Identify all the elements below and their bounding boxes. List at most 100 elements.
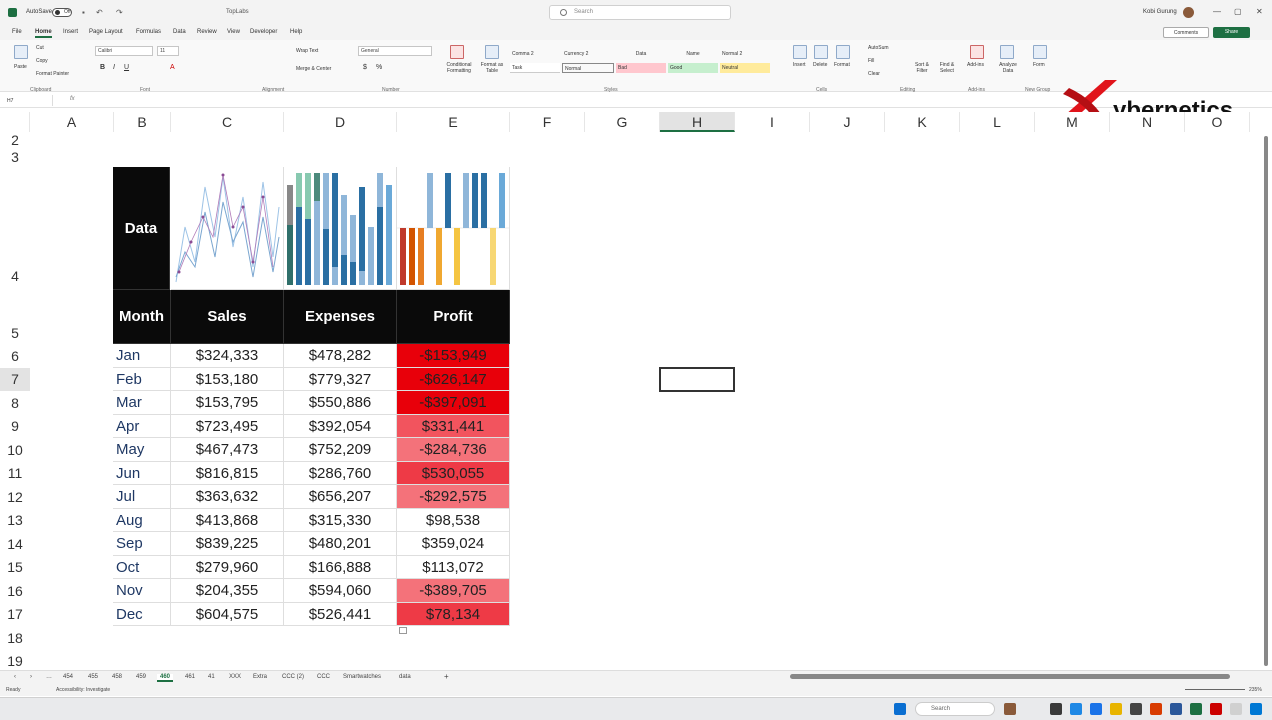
app-icon[interactable] [1050, 703, 1062, 715]
sheet-tab[interactable]: 459 [136, 674, 146, 680]
format-cells-button[interactable]: Format [834, 62, 850, 68]
table-cell-sales[interactable]: $324,333 [171, 344, 284, 368]
table-cell-month[interactable]: Jul [113, 485, 171, 509]
style-data[interactable]: Data [616, 49, 666, 59]
vscode-icon[interactable] [1250, 703, 1262, 715]
column-header[interactable]: A [30, 112, 114, 132]
table-cell-profit[interactable]: -$153,949 [397, 344, 510, 368]
user-avatar[interactable] [1183, 7, 1194, 18]
sheet-tab[interactable]: Extra [253, 674, 267, 680]
format-cells-icon[interactable] [836, 45, 850, 59]
analyze-data-button[interactable]: Analyze Data [996, 62, 1020, 74]
table-cell-expenses[interactable]: $166,888 [284, 556, 397, 579]
table-cell-sales[interactable]: $723,495 [171, 415, 284, 438]
style-normal-2[interactable]: Normal 2 [720, 49, 770, 59]
table-header-profit[interactable]: Profit [397, 290, 510, 344]
data-label-cell[interactable]: Data [113, 167, 170, 290]
table-cell-profit[interactable]: -$389,705 [397, 579, 510, 603]
vertical-scrollbar[interactable] [1264, 136, 1268, 666]
column-header[interactable]: L [960, 112, 1035, 132]
sheet-tab[interactable]: Smartwatches [343, 674, 381, 680]
table-cell-profit[interactable]: $113,072 [397, 556, 510, 579]
style-currency-2[interactable]: Currency 2 [562, 49, 614, 59]
tab-file[interactable]: File [12, 29, 22, 35]
table-header-month[interactable]: Month [113, 290, 171, 344]
row-header[interactable]: 13 [0, 509, 30, 532]
tab-help[interactable]: Help [290, 29, 302, 35]
row-header[interactable]: 19 [0, 650, 30, 672]
column-header[interactable]: G [585, 112, 660, 132]
table-cell-month[interactable]: Dec [113, 603, 171, 626]
next-sheet-icon[interactable]: › [30, 674, 32, 680]
table-cell-month[interactable]: Apr [113, 415, 171, 438]
table-cell-profit[interactable]: $331,441 [397, 415, 510, 438]
number-format-select[interactable]: General [358, 46, 432, 56]
column-header[interactable]: C [171, 112, 284, 132]
powerpoint-icon[interactable] [1150, 703, 1162, 715]
table-cell-profit[interactable]: $530,055 [397, 462, 510, 485]
column-header[interactable]: J [810, 112, 885, 132]
column-header[interactable]: N [1110, 112, 1185, 132]
paste-button[interactable]: Paste [14, 64, 27, 70]
style-task[interactable]: Task [510, 63, 560, 73]
table-cell-month[interactable]: Oct [113, 556, 171, 579]
style-good[interactable]: Good [668, 63, 718, 73]
style-name[interactable]: Name [668, 49, 718, 59]
sheet-tab[interactable]: data [399, 674, 411, 680]
table-cell-month[interactable]: Jan [113, 344, 171, 368]
table-cell-month[interactable]: Nov [113, 579, 171, 603]
form-button[interactable]: Form [1033, 62, 1045, 68]
style-comma-2[interactable]: Comma 2 [510, 49, 560, 59]
format-as-table-button[interactable]: Format as Table [478, 62, 506, 74]
edge-icon[interactable] [1090, 703, 1102, 715]
font-color-icon[interactable]: A [170, 64, 175, 71]
sheet-tab[interactable]: XXX [229, 674, 241, 680]
tab-view[interactable]: View [227, 29, 240, 35]
taskbar-search[interactable]: Search [915, 702, 995, 716]
add-sheet-icon[interactable]: + [444, 672, 449, 681]
fx-icon[interactable]: fx [70, 96, 75, 102]
column-header-selected[interactable]: H [660, 112, 735, 132]
row-header[interactable]: 6 [0, 344, 30, 368]
table-cell-sales[interactable]: $279,960 [171, 556, 284, 579]
underline-button[interactable]: U [124, 64, 129, 71]
row-header[interactable]: 18 [0, 626, 30, 650]
sheet-tab[interactable]: 41 [208, 674, 215, 680]
table-cell-profit[interactable]: $78,134 [397, 603, 510, 626]
delete-cells-button[interactable]: Delete [813, 62, 827, 68]
table-cell-expenses[interactable]: $752,209 [284, 438, 397, 462]
table-cell-expenses[interactable]: $478,282 [284, 344, 397, 368]
table-cell-profit[interactable]: $98,538 [397, 509, 510, 532]
row-header[interactable]: 9 [0, 415, 30, 438]
table-cell-expenses[interactable]: $594,060 [284, 579, 397, 603]
sheet-tab[interactable]: 458 [112, 674, 122, 680]
table-cell-month[interactable]: Sep [113, 532, 171, 556]
sort-filter-button[interactable]: Sort & Filter [910, 62, 934, 74]
column-header[interactable]: M [1035, 112, 1110, 132]
style-neutral[interactable]: Neutral [720, 63, 770, 73]
autosum-button[interactable]: AutoSum [868, 45, 889, 51]
row-header[interactable]: 4 [0, 166, 30, 290]
table-cell-profit[interactable]: -$292,575 [397, 485, 510, 509]
table-cell-month[interactable]: Aug [113, 509, 171, 532]
table-cell-expenses[interactable]: $550,886 [284, 391, 397, 415]
browser-icon[interactable] [1070, 703, 1082, 715]
copy-button[interactable]: Copy [36, 58, 48, 64]
app-icon[interactable] [1004, 703, 1016, 715]
windows-start-icon[interactable] [894, 703, 906, 715]
currency-icon[interactable]: $ [363, 64, 367, 71]
row-header[interactable]: 10 [0, 438, 30, 462]
share-button[interactable]: Share [1213, 27, 1250, 38]
tab-home[interactable]: Home [35, 29, 52, 38]
insert-cells-button[interactable]: Insert [793, 62, 806, 68]
horizontal-scrollbar[interactable] [790, 674, 1230, 679]
table-cell-profit[interactable]: -$284,736 [397, 438, 510, 462]
row-header[interactable]: 17 [0, 603, 30, 626]
merge-center-button[interactable]: Merge & Center [296, 66, 331, 72]
sheet-tab[interactable]: CCC (2) [282, 674, 304, 680]
document-title[interactable]: TopLabs [226, 9, 249, 15]
active-cell-selection[interactable] [659, 367, 735, 392]
row-header-selected[interactable]: 7 [0, 368, 30, 391]
app-icon[interactable] [1130, 703, 1142, 715]
zoom-slider[interactable] [1185, 689, 1245, 690]
